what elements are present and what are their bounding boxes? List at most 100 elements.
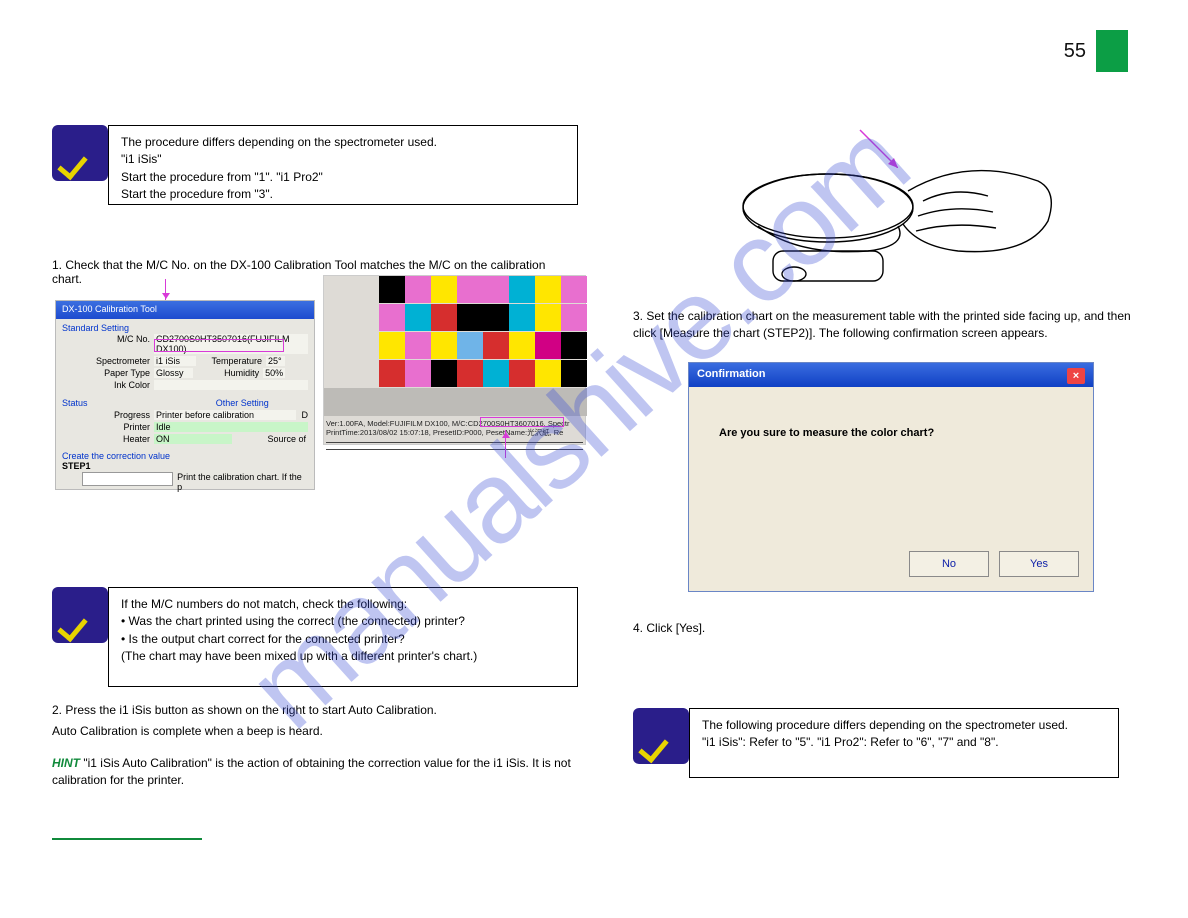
screenshot-calibration-tool: DX-100 Calibration Tool Standard Setting…: [55, 300, 315, 490]
color-patch: [405, 276, 431, 303]
text: "i1 iSis": [121, 152, 162, 166]
color-patch: [483, 360, 509, 387]
section-label: Standard Setting: [62, 323, 308, 333]
color-patch: [483, 332, 509, 359]
label: Source of: [232, 434, 308, 444]
color-patch: [405, 332, 431, 359]
label: Temperature: [196, 356, 266, 366]
close-button[interactable]: ×: [1067, 368, 1085, 384]
hint-label: HINT: [52, 756, 83, 770]
color-patch: [379, 332, 405, 359]
color-patch: [561, 360, 587, 387]
section-label: Status: [62, 398, 216, 408]
step-number: 4.: [633, 621, 643, 635]
label: Heater: [62, 434, 154, 444]
illustration-hand-device: [698, 128, 1088, 288]
check-note-3: The following procedure differs dependin…: [633, 708, 1119, 778]
color-patch: [561, 276, 587, 303]
check-note-2-text: If the M/C numbers do not match, check t…: [108, 587, 578, 687]
color-patch: [457, 332, 483, 359]
text: The following procedure differs dependin…: [702, 718, 1068, 732]
color-patch: [457, 360, 483, 387]
page-marker-box: [1096, 30, 1128, 72]
value: 50%: [263, 368, 285, 378]
highlight-box: [480, 417, 564, 427]
grey-band: [324, 388, 587, 416]
step-3-block: 3. Set the calibration chart on the meas…: [633, 308, 1133, 343]
dialog-title: Confirmation: [697, 368, 765, 382]
color-patch: [483, 276, 509, 303]
check-icon: [52, 587, 108, 643]
color-patch: [535, 304, 561, 331]
label: Paper Type: [62, 368, 154, 378]
text: Set the calibration chart on the measure…: [633, 309, 1131, 340]
label: Progress: [62, 410, 154, 420]
color-patch: [535, 332, 561, 359]
color-patch: [509, 276, 535, 303]
text: Start the procedure from "1". "i1 Pro2": [121, 170, 323, 184]
window-title: DX-100 Calibration Tool: [56, 301, 314, 319]
arrow-icon: [505, 430, 506, 458]
value: i1 iSis: [154, 356, 196, 366]
check-icon: [52, 125, 108, 181]
confirmation-dialog: Confirmation × Are you sure to measure t…: [688, 362, 1094, 592]
value: ON: [154, 434, 232, 444]
hint-rule: [52, 838, 202, 840]
color-patch: [379, 276, 405, 303]
section-label: Other Setting: [216, 398, 308, 408]
label: D: [296, 410, 308, 420]
color-patch: [431, 276, 457, 303]
label: Ink Color: [62, 380, 154, 390]
hand-svg: [738, 146, 1068, 296]
color-patch: [509, 332, 535, 359]
label: M/C No.: [62, 334, 154, 354]
check-note-1: The procedure differs depending on the s…: [52, 125, 578, 205]
color-patch: [405, 304, 431, 331]
color-patch: [431, 360, 457, 387]
color-patch: [509, 360, 535, 387]
text: Start the procedure from "3".: [121, 187, 273, 201]
text: • Was the chart printed using the correc…: [121, 614, 465, 628]
text: • Is the output chart correct for the co…: [121, 632, 405, 646]
label: Printer: [62, 422, 154, 432]
label: Humidity: [193, 368, 263, 378]
page-number: 55: [1064, 40, 1086, 63]
text: 2. Press the i1 iSis button as shown on …: [52, 703, 437, 717]
text: The procedure differs depending on the s…: [121, 135, 437, 149]
check-note-3-text: The following procedure differs dependin…: [689, 708, 1119, 778]
yes-button[interactable]: Yes: [999, 551, 1079, 577]
text: Ver:1.00FA, Model:FUJIFILM DX100,: [326, 419, 450, 428]
value: Printer before calibration: [154, 410, 296, 420]
label: Spectrometer: [62, 356, 154, 366]
color-patch: [535, 360, 561, 387]
color-patches: [379, 276, 587, 388]
text: "i1 iSis Auto Calibration" is the action…: [52, 756, 571, 787]
value: [154, 380, 308, 390]
dialog-titlebar: Confirmation ×: [689, 363, 1093, 387]
no-button[interactable]: No: [909, 551, 989, 577]
step-2-block: 2. Press the i1 iSis button as shown on …: [52, 702, 582, 840]
step-4-block: 4. Click [Yes].: [633, 620, 1133, 637]
text: Click [Yes].: [646, 621, 705, 635]
highlight-box: [154, 339, 284, 352]
text: Print the calibration chart. If the p: [173, 472, 308, 492]
color-patch: [561, 332, 587, 359]
input-box: [82, 472, 173, 486]
color-patch: [431, 304, 457, 331]
check-note-1-text: The procedure differs depending on the s…: [108, 125, 578, 205]
value: 25°: [266, 356, 285, 366]
color-patch: [457, 276, 483, 303]
check-note-2: If the M/C numbers do not match, check t…: [52, 587, 578, 687]
text: PrintTime:2013/08/02 15:07:18, PresetID:…: [326, 428, 491, 437]
text: (The chart may have been mixed up with a…: [121, 649, 477, 663]
color-patch: [405, 360, 431, 387]
dialog-message: Are you sure to measure the color chart?: [689, 387, 1093, 479]
value: Glossy: [154, 368, 193, 378]
color-patch: [379, 360, 405, 387]
color-patch: [483, 304, 509, 331]
color-patch: [535, 276, 561, 303]
value: Idle: [154, 422, 308, 432]
screenshot-chart-print: Ver:1.00FA, Model:FUJIFILM DX100, M/C:CD…: [323, 275, 586, 445]
color-patch: [379, 304, 405, 331]
text: "i1 iSis": Refer to "5". "i1 Pro2": Refe…: [702, 735, 999, 749]
